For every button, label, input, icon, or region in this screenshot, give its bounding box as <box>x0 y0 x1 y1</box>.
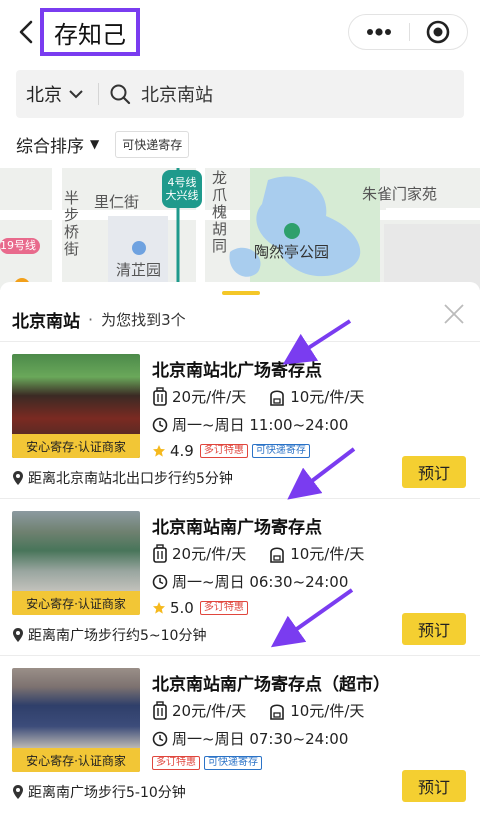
star-icon <box>153 602 165 614</box>
tag-discount: 多订特惠 <box>152 756 200 770</box>
store-photo: 安心寄存·认证商家 <box>12 511 140 615</box>
opening-hours: 周一~周日 06:30~24:00 <box>172 573 349 591</box>
distance-text: 距离南广场步行约5~10分钟 <box>28 628 207 644</box>
store-photo: 安心寄存·认证商家 <box>12 668 140 772</box>
meta-row: 4.9 多订特惠 可快递寄存 <box>152 442 314 460</box>
price-suitcase: 20元/件/天 <box>172 545 247 563</box>
certified-badge: 安心寄存·认证商家 <box>12 748 140 772</box>
map-label-zhuque: 朱雀门家苑 <box>362 185 438 203</box>
price-backpack: 10元/件/天 <box>290 545 365 563</box>
rating: 4.9 <box>152 442 194 460</box>
city-selector[interactable]: 北京 <box>16 81 98 107</box>
backpack-icon <box>270 546 285 563</box>
distance-text: 距离北京南站北出口步行约5分钟 <box>28 471 233 487</box>
star-icon <box>153 445 165 457</box>
hours-row: 周一~周日 07:30~24:00 <box>152 728 348 749</box>
hours-row: 周一~周日 06:30~24:00 <box>152 571 348 592</box>
search-input[interactable]: 北京南站 <box>141 81 213 107</box>
results-sheet: 北京南站 · 为您找到3个 安心寄存·认证商家 北京南站北广场寄存点 20元/件… <box>0 282 480 818</box>
price-suitcase: 20元/件/天 <box>172 702 247 720</box>
book-button[interactable]: 预订 <box>402 456 466 488</box>
store-name: 北京南站北广场寄存点 <box>152 361 322 381</box>
rating-value: 5.0 <box>170 599 194 617</box>
results-header: 北京南站 · 为您找到3个 <box>12 306 186 332</box>
opening-hours: 周一~周日 11:00~24:00 <box>172 416 349 434</box>
tag-express: 可快递寄存 <box>251 444 310 458</box>
distance-text: 距离南广场步行5-10分钟 <box>28 785 186 801</box>
close-miniprogram-button[interactable] <box>409 15 467 49</box>
results-title: 北京南站 <box>12 311 80 332</box>
search-bar: 北京 北京南站 <box>16 70 464 118</box>
map-label-liren: 里仁街 <box>94 193 140 211</box>
distance-row: 距离南广场步行5-10分钟 <box>12 782 186 802</box>
sort-arrow-icon: ▼ <box>90 137 100 151</box>
book-button[interactable]: 预订 <box>402 613 466 645</box>
opening-hours: 周一~周日 07:30~24:00 <box>172 730 349 748</box>
page-title: 存知己 <box>54 20 126 49</box>
suitcase-icon <box>153 700 167 720</box>
rating-value: 4.9 <box>170 442 194 460</box>
map-label-banbu: 半步桥街 <box>64 189 80 258</box>
map-label-longzhao: 龙爪槐胡同 <box>212 169 228 255</box>
sort-dropdown[interactable]: 综合排序 ▼ <box>16 132 99 157</box>
price-suitcase: 20元/件/天 <box>172 388 247 406</box>
tag-express: 可快递寄存 <box>204 756 262 770</box>
city-label: 北京 <box>26 85 62 106</box>
page-title-highlight: 存知己 <box>40 8 140 56</box>
location-pin-icon <box>13 628 23 642</box>
map-view[interactable]: 4号线 大兴线 龙爪槐胡同 朱雀门家苑 半步桥街 里仁街 清芷园 陶然亭公园 1… <box>0 168 480 290</box>
search-icon <box>110 84 131 105</box>
meta-row: 多订特惠 可快递寄存 <box>152 756 266 770</box>
distance-row: 距离南广场步行约5~10分钟 <box>12 625 206 645</box>
price-backpack: 10元/件/天 <box>290 702 365 720</box>
search-divider <box>98 83 99 105</box>
backpack-icon <box>270 389 285 406</box>
clock-icon <box>152 417 168 432</box>
suitcase-icon <box>153 543 167 563</box>
certified-badge: 安心寄存·认证商家 <box>12 434 140 458</box>
clock-icon <box>152 731 168 746</box>
store-photo: 安心寄存·认证商家 <box>12 354 140 458</box>
results-separator: · <box>88 309 94 329</box>
backpack-icon <box>270 703 285 720</box>
suitcase-icon <box>153 386 167 406</box>
back-arrow-icon[interactable] <box>14 18 40 46</box>
meta-row: 5.0 多订特惠 <box>152 599 252 617</box>
more-button[interactable] <box>349 15 409 49</box>
price-row: 20元/件/天 10元/件/天 <box>152 700 364 721</box>
miniprogram-capsule <box>348 14 468 50</box>
hours-row: 周一~周日 11:00~24:00 <box>152 414 348 435</box>
target-circle-icon <box>426 20 450 44</box>
filter-bar: 综合排序 ▼ 可快递寄存 <box>16 130 190 158</box>
nav-bar: 存知己 <box>0 0 480 62</box>
distance-row: 距离北京南站北出口步行约5分钟 <box>12 468 233 488</box>
results-count: 为您找到3个 <box>101 310 186 329</box>
location-pin-icon <box>13 785 23 799</box>
chevron-down-icon <box>69 90 83 99</box>
rating: 5.0 <box>152 599 194 617</box>
map-label-qingzhi: 清芷园 <box>116 261 162 279</box>
map-label-park: 陶然亭公园 <box>254 243 330 261</box>
price-backpack: 10元/件/天 <box>290 388 365 406</box>
tag-discount: 多订特惠 <box>199 601 248 615</box>
clock-icon <box>152 574 168 589</box>
express-storage-filter[interactable]: 可快递寄存 <box>115 130 190 158</box>
store-name: 北京南站南广场寄存点 <box>152 518 322 538</box>
price-row: 20元/件/天 10元/件/天 <box>152 543 364 564</box>
store-name: 北京南站南广场寄存点（超市） <box>152 675 390 695</box>
location-pin-icon <box>13 471 23 485</box>
list-item[interactable]: 安心寄存·认证商家 北京南站北广场寄存点 20元/件/天 10元/件/天 周一~… <box>0 342 480 498</box>
sort-label: 综合排序 <box>16 136 84 157</box>
close-icon[interactable] <box>442 302 466 326</box>
more-dots-icon <box>366 28 391 36</box>
book-button[interactable]: 预订 <box>402 770 466 802</box>
drag-handle[interactable] <box>222 291 260 295</box>
tag-discount: 多订特惠 <box>199 444 248 458</box>
metro-line-4-badge: 4号线 大兴线 <box>162 170 202 208</box>
map-label-line19: 19号线 <box>0 239 36 252</box>
list-item[interactable]: 安心寄存·认证商家 北京南站南广场寄存点（超市） 20元/件/天 10元/件/天… <box>0 656 480 812</box>
price-row: 20元/件/天 10元/件/天 <box>152 386 364 407</box>
certified-badge: 安心寄存·认证商家 <box>12 591 140 615</box>
list-item[interactable]: 安心寄存·认证商家 北京南站南广场寄存点 20元/件/天 10元/件/天 周一~… <box>0 499 480 655</box>
